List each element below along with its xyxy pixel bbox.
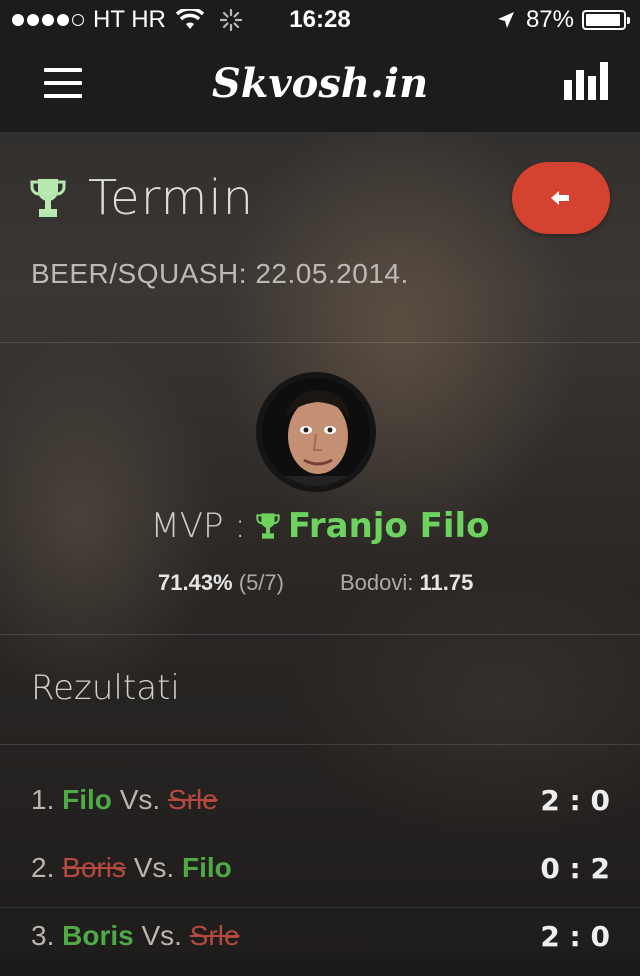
points: Bodovi: 11.75 bbox=[340, 570, 473, 596]
player1-name: Boris bbox=[62, 920, 134, 951]
player1-name: Boris bbox=[62, 852, 126, 883]
player2-name: Srle bbox=[167, 784, 218, 815]
main-content: Termin BEER/SQUASH: 22.05.2014. MVP : Fr… bbox=[0, 132, 640, 960]
player2-name: Srle bbox=[189, 920, 240, 951]
list-item[interactable]: 3. Boris Vs. Srle 2 : 0 bbox=[0, 908, 640, 976]
location-arrow-icon bbox=[497, 12, 514, 28]
mvp-row: MVP : Franjo Filo bbox=[0, 506, 640, 546]
event-subtitle: BEER/SQUASH: 22.05.2014. bbox=[31, 258, 409, 289]
vs-label: Vs. bbox=[133, 852, 175, 883]
page-title: Termin bbox=[88, 170, 255, 226]
player2-name: Filo bbox=[181, 852, 232, 883]
page-header: Termin bbox=[30, 170, 254, 226]
status-right: 87% bbox=[496, 6, 630, 34]
results-list: 1. Filo Vs. Srle 2 : 0 2. Boris Vs. Filo… bbox=[0, 772, 640, 976]
match-index: 3. bbox=[31, 920, 55, 951]
player1-name: Filo bbox=[62, 784, 112, 815]
points-label: Bodovi: bbox=[340, 570, 414, 595]
trophy-icon bbox=[30, 179, 66, 217]
list-item[interactable]: 2. Boris Vs. Filo 0 : 2 bbox=[0, 840, 640, 908]
vs-label: Vs. bbox=[141, 920, 182, 951]
points-value: 11.75 bbox=[419, 570, 474, 595]
mvp-stats: 71.43% (5/7) bbox=[158, 570, 284, 596]
mvp-label: MVP : bbox=[150, 506, 246, 546]
results-title: Rezultati bbox=[31, 668, 180, 708]
list-item[interactable]: 1. Filo Vs. Srle 2 : 0 bbox=[0, 772, 640, 840]
avatar-photo bbox=[262, 378, 370, 486]
status-bar: HT HR 16:28 87% bbox=[0, 0, 640, 40]
divider bbox=[0, 634, 640, 635]
nav-bar: Skvosh.in bbox=[0, 40, 640, 132]
win-percentage: 71.43% bbox=[158, 570, 233, 595]
app-brand: Skvosh.in bbox=[211, 60, 429, 107]
divider bbox=[0, 744, 640, 745]
mvp-name[interactable]: Franjo Filo bbox=[288, 506, 490, 546]
vs-label: Vs. bbox=[119, 784, 161, 815]
match-score: 0 : 2 bbox=[540, 852, 610, 885]
trophy-icon bbox=[256, 513, 280, 539]
win-ratio: (5/7) bbox=[238, 570, 284, 595]
back-button[interactable] bbox=[512, 162, 610, 234]
match-index: 1. bbox=[31, 784, 55, 815]
avatar bbox=[256, 372, 376, 492]
match-score: 2 : 0 bbox=[540, 920, 610, 953]
divider bbox=[0, 342, 640, 343]
match-score: 2 : 0 bbox=[540, 784, 610, 817]
bar-chart-icon[interactable] bbox=[564, 62, 608, 100]
battery-icon bbox=[582, 10, 630, 30]
arrow-left-icon bbox=[551, 191, 569, 205]
battery-percent: 87% bbox=[525, 6, 574, 33]
match-index: 2. bbox=[31, 852, 55, 883]
